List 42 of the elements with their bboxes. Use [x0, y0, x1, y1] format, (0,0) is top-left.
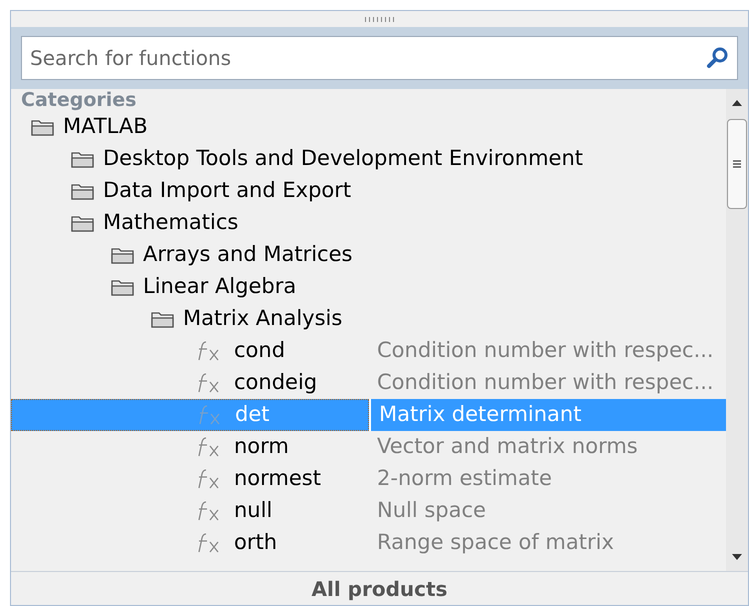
folder-label[interactable]: Data Import and Export: [103, 175, 352, 207]
function-description: Vector and matrix norms: [377, 433, 638, 460]
search-field[interactable]: Search for functions: [21, 36, 738, 80]
folder-label[interactable]: Matrix Analysis: [183, 303, 342, 335]
function-description: Condition number with respec...: [377, 337, 714, 364]
function-description: Matrix determinant: [379, 401, 582, 428]
search-icon[interactable]: [706, 46, 730, 70]
function-description: 2-norm estimate: [377, 465, 552, 492]
function-description: Condition number with respec...: [377, 369, 714, 396]
folder-icon: [111, 278, 135, 296]
scroll-up-icon[interactable]: [731, 99, 743, 107]
folder-label[interactable]: Arrays and Matrices: [143, 239, 352, 271]
function-row[interactable]: orth Range space of matrix: [11, 527, 726, 559]
function-description: Range space of matrix: [377, 529, 614, 556]
function-description: Null space: [377, 497, 486, 524]
folder-icon: [111, 246, 135, 264]
folder-icon: [71, 182, 95, 200]
function-name: det: [235, 401, 270, 428]
function-name: normest: [234, 465, 321, 492]
function-row[interactable]: norm Vector and matrix norms: [11, 431, 726, 463]
function-name: condeig: [234, 369, 318, 396]
function-row[interactable]: null Null space: [11, 495, 726, 527]
function-row[interactable]: normest 2-norm estimate: [11, 463, 726, 495]
folder-icon: [31, 118, 55, 136]
folder-icon: [71, 150, 95, 168]
folder-label[interactable]: MATLAB: [63, 111, 148, 143]
folder-label[interactable]: Mathematics: [103, 207, 238, 239]
function-name: orth: [234, 529, 278, 556]
products-filter[interactable]: All products: [312, 574, 448, 604]
function-row[interactable]: cond Condition number with respec...: [11, 335, 726, 367]
grip-icon: [732, 159, 742, 169]
function-row[interactable]: condeig Condition number with respec...: [11, 367, 726, 399]
folder-label[interactable]: Desktop Tools and Development Environment: [103, 143, 584, 175]
scrollbar[interactable]: [726, 89, 748, 571]
tree-header: Categories: [20, 89, 138, 111]
function-name: null: [234, 497, 272, 524]
folder-label[interactable]: Linear Algebra: [143, 271, 296, 303]
function-name: norm: [234, 433, 289, 460]
scroll-down-icon[interactable]: [731, 553, 743, 561]
folder-icon: [151, 310, 175, 328]
folder-icon: [71, 214, 95, 232]
function-name: cond: [234, 337, 286, 364]
